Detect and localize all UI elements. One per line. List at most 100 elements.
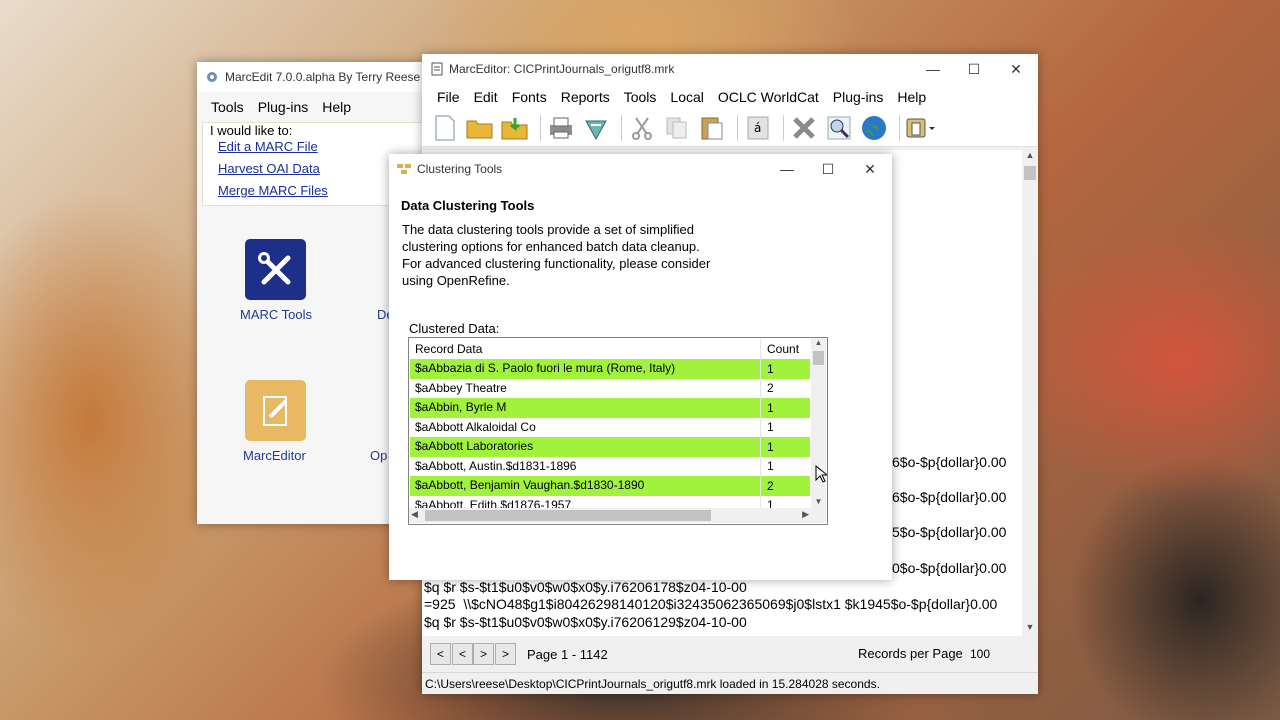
count-cell: 1 bbox=[767, 361, 774, 376]
table-row[interactable]: $aAbbott, Benjamin Vaughan.$d1830-1890 2 bbox=[410, 476, 810, 496]
count-cell: 2 bbox=[767, 478, 774, 493]
dialog-title: Clustering Tools bbox=[417, 162, 503, 176]
editor-menubar: File Edit Fonts Reports Tools Local OCLC… bbox=[422, 84, 1038, 110]
scroll-down-arrow[interactable]: ▼ bbox=[811, 497, 826, 506]
menu-plugins[interactable]: Plug-ins bbox=[826, 89, 891, 105]
menu-edit[interactable]: Edit bbox=[467, 89, 505, 105]
grid-header: Record Data Count bbox=[410, 339, 810, 360]
menu-local[interactable]: Local bbox=[663, 89, 710, 105]
launcher-menu-help[interactable]: Help bbox=[315, 99, 358, 115]
marceditor-tile[interactable] bbox=[245, 380, 306, 441]
record-text-line: $q $r $s-$t1$u0$v0$w0$x0$y.i76206178$z04… bbox=[424, 579, 747, 595]
table-row[interactable]: $aAbbazia di S. Paolo fuori le mura (Rom… bbox=[410, 359, 810, 379]
marc-tools-tile[interactable] bbox=[245, 239, 306, 300]
toolbar-separator bbox=[899, 115, 900, 141]
globe-icon[interactable] bbox=[859, 113, 889, 143]
count-cell: 1 bbox=[767, 459, 774, 474]
save-icon[interactable] bbox=[500, 113, 530, 143]
launcher-titlebar[interactable]: MarcEdit 7.0.0.alpha By Terry Reese bbox=[197, 62, 422, 92]
dialog-description: The data clustering tools provide a set … bbox=[402, 222, 711, 288]
new-file-icon[interactable] bbox=[430, 113, 460, 143]
open-folder-icon[interactable] bbox=[465, 113, 495, 143]
menu-oclc-worldcat[interactable]: OCLC WorldCat bbox=[711, 89, 826, 105]
grid-horizontal-scrollbar[interactable]: ◀ ▶ bbox=[409, 508, 811, 523]
close-button[interactable]: ✕ bbox=[995, 54, 1037, 84]
clustered-data-grid[interactable]: Record Data Count $aAbbazia di S. Paolo … bbox=[408, 337, 828, 525]
close-button[interactable]: ✕ bbox=[849, 154, 891, 184]
menu-fonts[interactable]: Fonts bbox=[505, 89, 554, 105]
record-data-cell: $aAbbey Theatre bbox=[410, 378, 761, 398]
scroll-thumb[interactable] bbox=[1024, 166, 1036, 180]
record-text-line: $q $r $s-$t1$u0$v0$w0$x0$y.i76206129$z04… bbox=[424, 614, 747, 630]
paste-icon[interactable] bbox=[697, 113, 727, 143]
menu-reports[interactable]: Reports bbox=[554, 89, 617, 105]
print-icon[interactable] bbox=[546, 113, 576, 143]
record-data-cell: $aAbbott Laboratories bbox=[410, 437, 761, 457]
scroll-left-arrow[interactable]: ◀ bbox=[411, 509, 418, 520]
column-header-count[interactable]: Count bbox=[761, 339, 799, 359]
table-row[interactable]: $aAbbott Alkaloidal Co 1 bbox=[410, 417, 810, 437]
grid-scroll-corner bbox=[811, 508, 826, 523]
scroll-up-arrow[interactable]: ▲ bbox=[811, 338, 826, 350]
scroll-up-arrow[interactable]: ▲ bbox=[1022, 150, 1038, 164]
special-character-icon[interactable]: á bbox=[743, 113, 773, 143]
editor-vertical-scrollbar[interactable]: ▲ ▼ bbox=[1022, 150, 1038, 636]
table-row[interactable]: $aAbbey Theatre 2 bbox=[410, 378, 810, 398]
copy-icon[interactable] bbox=[662, 113, 692, 143]
launcher-menu-plugins[interactable]: Plug-ins bbox=[251, 99, 316, 115]
table-row[interactable]: $aAbbott, Austin.$d1831-1896 1 bbox=[410, 456, 810, 476]
record-text-line: =925 \\$cNO48$g1$i80426298140120$i324350… bbox=[424, 596, 998, 612]
delete-icon[interactable] bbox=[789, 113, 819, 143]
menu-help[interactable]: Help bbox=[890, 89, 933, 105]
count-cell: 1 bbox=[767, 439, 774, 454]
record-text-fragment: 6$o-$p{dollar}0.00 bbox=[892, 454, 1007, 470]
merge-marc-files-link[interactable]: Merge MARC Files bbox=[218, 183, 328, 198]
wrench-screwdriver-icon bbox=[257, 251, 290, 284]
dialog-titlebar[interactable]: Clustering Tools — ☐ ✕ bbox=[389, 154, 892, 184]
minimize-button[interactable]: — bbox=[912, 54, 954, 84]
marc-tools-label: MARC Tools bbox=[240, 307, 313, 322]
maximize-button[interactable]: ☐ bbox=[953, 54, 995, 84]
scroll-thumb[interactable] bbox=[425, 510, 711, 521]
column-header-record-data[interactable]: Record Data bbox=[410, 339, 761, 359]
scroll-right-arrow[interactable]: ▶ bbox=[802, 509, 809, 520]
toolbar-separator bbox=[540, 115, 541, 141]
menu-tools[interactable]: Tools bbox=[617, 89, 664, 105]
first-page-button[interactable]: < bbox=[430, 643, 451, 665]
record-data-cell: $aAbbott Alkaloidal Co bbox=[410, 417, 761, 437]
editor-toolbar: á bbox=[422, 110, 1038, 147]
partial-tile-label-2: Op bbox=[370, 448, 388, 463]
plugin-icon[interactable] bbox=[905, 113, 935, 143]
records-per-page-label: Records per Page bbox=[858, 646, 963, 661]
table-row[interactable]: $aAbbott Laboratories 1 bbox=[410, 437, 810, 457]
table-row[interactable]: $aAbbin, Byrle M 1 bbox=[410, 398, 810, 418]
previous-page-button[interactable]: < bbox=[452, 643, 473, 665]
clustering-tools-dialog: Clustering Tools — ☐ ✕ Data Clustering T… bbox=[389, 154, 892, 580]
find-icon[interactable] bbox=[824, 113, 854, 143]
harvest-oai-link[interactable]: Harvest OAI Data bbox=[218, 161, 320, 176]
records-per-page-value[interactable]: 100 bbox=[970, 647, 990, 661]
marcedit-app-icon bbox=[207, 72, 217, 82]
pager-bar: < < > > Page 1 - 1142 Records per Page 1… bbox=[422, 638, 1038, 670]
minimize-button[interactable]: — bbox=[766, 154, 808, 184]
count-cell: 1 bbox=[767, 400, 774, 415]
count-cell: 1 bbox=[767, 420, 774, 435]
edit-marc-file-link[interactable]: Edit a MARC File bbox=[218, 139, 318, 154]
last-page-button[interactable]: > bbox=[495, 643, 516, 665]
editor-title: MarcEditor: CICPrintJournals_origutf8.mr… bbox=[449, 62, 675, 76]
scroll-down-arrow[interactable]: ▼ bbox=[1022, 622, 1038, 636]
next-page-button[interactable]: > bbox=[473, 643, 494, 665]
record-data-cell: $aAbbott, Benjamin Vaughan.$d1830-1890 bbox=[410, 476, 761, 496]
scroll-thumb[interactable] bbox=[813, 351, 824, 365]
toolbar-separator bbox=[783, 115, 784, 141]
clustered-data-label: Clustered Data: bbox=[409, 321, 500, 336]
menu-file[interactable]: File bbox=[430, 89, 467, 105]
editor-titlebar[interactable]: MarcEditor: CICPrintJournals_origutf8.mr… bbox=[422, 54, 1038, 84]
cut-icon[interactable] bbox=[627, 113, 657, 143]
maximize-button[interactable]: ☐ bbox=[807, 154, 849, 184]
launcher-menu-tools[interactable]: Tools bbox=[204, 99, 251, 115]
validate-icon[interactable] bbox=[581, 113, 611, 143]
mouse-cursor-icon bbox=[815, 465, 827, 483]
document-icon bbox=[431, 62, 443, 76]
toolbar-separator bbox=[737, 115, 738, 141]
